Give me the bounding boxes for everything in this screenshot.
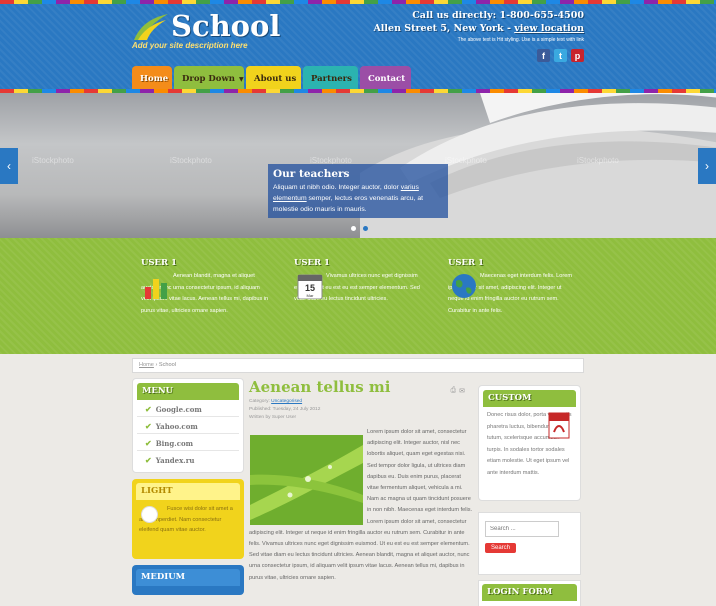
- site-logo[interactable]: School: [171, 9, 280, 43]
- custom-module-text: Donec risus dolor, porta venenatis phare…: [483, 407, 576, 482]
- check-icon: ✔: [145, 404, 152, 414]
- menu-link-label: Yandex.ru: [155, 456, 195, 465]
- search-button[interactable]: Search: [485, 543, 517, 553]
- avatar: [141, 506, 158, 523]
- article-image: [250, 435, 363, 525]
- category-link[interactable]: Uncategorised: [271, 399, 302, 404]
- slider-dot-active[interactable]: [363, 226, 368, 231]
- chevron-right-icon: ›: [705, 159, 709, 173]
- left-sidebar: MENU ✔ Google.com ✔ Yahoo.com ✔ Bing.com ✔ Y…: [132, 378, 244, 595]
- menu-module: MENU ✔ Google.com ✔ Yahoo.com ✔ Bing.com ✔ Y…: [132, 378, 244, 473]
- user-title: USER 1: [448, 258, 484, 268]
- users-band: USER 1 Aenean blandit, magna et aliquet …: [0, 238, 716, 354]
- user-text: Maecenas eget interdum felis. Lorem ipsu…: [448, 271, 578, 317]
- contact-note: The above text is Hit styling. Use is a …: [457, 37, 584, 43]
- watermark-text: iStockphoto: [445, 156, 487, 165]
- light-module-text: Fusce wisi dolor sit amet a amet imperdi…: [136, 500, 240, 540]
- print-icon[interactable]: ⎙: [451, 387, 457, 395]
- user-block: USER 1 15 Mar Vivamus ultrices nunc eget…: [294, 258, 424, 306]
- globe-icon: [452, 274, 476, 298]
- slide-text-start: Aliquam ut nibh odio. Integer auctor, do…: [273, 184, 401, 191]
- user-block: USER 1 Maecenas eget interdum felis. Lor…: [448, 258, 578, 317]
- medium-module: MEDIUM: [132, 565, 244, 595]
- bar-chart-icon: [145, 279, 167, 299]
- view-location-link[interactable]: view location: [514, 23, 584, 34]
- slide-title: Our teachers: [273, 168, 350, 180]
- social-links: f t p: [537, 49, 584, 62]
- menu-link-yandex[interactable]: ✔ Yandex.ru: [137, 451, 239, 468]
- menu-link-bing[interactable]: ✔ Bing.com: [137, 434, 239, 451]
- address-label: Allen Street 5, New York -: [373, 23, 511, 34]
- user-block: USER 1 Aenean blandit, magna et aliquet …: [141, 258, 271, 317]
- chevron-down-icon: ▼: [238, 76, 244, 83]
- pdf-icon: [548, 412, 570, 439]
- user-title: USER 1: [294, 258, 330, 268]
- watermark-text: iStockphoto: [32, 156, 74, 165]
- svg-text:Mar: Mar: [307, 293, 315, 298]
- search-module: Search: [478, 512, 581, 575]
- search-input[interactable]: [485, 521, 559, 537]
- menu-link-label: Google.com: [155, 405, 202, 414]
- slider-dot[interactable]: [351, 226, 356, 231]
- chevron-left-icon: ‹: [7, 159, 11, 173]
- article-tools: ⎙ ✉: [451, 387, 465, 395]
- twitter-icon[interactable]: t: [554, 49, 567, 62]
- article-author: Written by Super User: [249, 415, 297, 420]
- menu-link-google[interactable]: ✔ Google.com: [137, 400, 239, 417]
- light-module-title: LIGHT: [136, 483, 240, 500]
- article-title[interactable]: Aenean tellus mi: [249, 378, 473, 396]
- contact-info: Call us directly: 1-800-655-4500 Allen S…: [373, 10, 584, 43]
- facebook-icon[interactable]: f: [537, 49, 550, 62]
- slider-pagination: [351, 226, 368, 231]
- breadcrumb-home[interactable]: Home: [139, 362, 154, 368]
- logo-swoosh-icon: [134, 14, 168, 40]
- address-text: Allen Street 5, New York - view location: [373, 23, 584, 34]
- nav-drop-down-label: Drop Down: [182, 74, 235, 84]
- menu-link-label: Yahoo.com: [155, 422, 198, 431]
- check-icon: ✔: [145, 438, 152, 448]
- email-icon[interactable]: ✉: [459, 387, 465, 395]
- watermark-text: iStockphoto: [170, 156, 212, 165]
- svg-text:15: 15: [305, 283, 315, 293]
- slide-text: Aliquam ut nibh odio. Integer auctor, do…: [273, 182, 443, 215]
- user-text: Aenean blandit, magna et aliquet auctor,…: [141, 271, 271, 317]
- custom-module-title: CUSTOM: [483, 390, 576, 407]
- right-sidebar: CUSTOM Donec risus dolor, porta venenati…: [478, 385, 581, 606]
- login-module: LOGIN FORM: [478, 580, 581, 606]
- light-module: LIGHT Fusce wisi dolor sit amet a amet i…: [132, 479, 244, 559]
- article-category: Category: Uncategorised: [249, 399, 473, 404]
- menu-link-yahoo[interactable]: ✔ Yahoo.com: [137, 417, 239, 434]
- watermark-text: iStockphoto: [577, 156, 619, 165]
- user-text: 15 Mar Vivamus ultrices nunc eget dignis…: [294, 271, 424, 306]
- calendar-icon: 15 Mar: [297, 274, 323, 299]
- slide-caption: Our teachers Aliquam ut nibh odio. Integ…: [268, 164, 448, 218]
- custom-module: CUSTOM Donec risus dolor, porta venenati…: [478, 385, 581, 501]
- slider-next-button[interactable]: ›: [698, 148, 716, 184]
- slider-prev-button[interactable]: ‹: [0, 148, 18, 184]
- login-module-title: LOGIN FORM: [482, 584, 577, 601]
- check-icon: ✔: [145, 455, 152, 465]
- check-icon: ✔: [145, 421, 152, 431]
- category-label: Category:: [249, 399, 272, 404]
- phone-text: Call us directly: 1-800-655-4500: [412, 10, 584, 21]
- menu-module-title: MENU: [137, 383, 239, 400]
- medium-module-title: MEDIUM: [136, 569, 240, 586]
- pinterest-icon[interactable]: p: [571, 49, 584, 62]
- menu-link-label: Bing.com: [155, 439, 194, 448]
- image-slider: iStockphoto iStockphoto iStockphoto iSto…: [0, 93, 716, 238]
- article: Aenean tellus mi ⎙ ✉ Category: Uncategor…: [249, 378, 473, 584]
- breadcrumb-current: School: [158, 362, 177, 368]
- site-tagline: Add your site description here: [132, 41, 248, 50]
- site-header: School Add your site description here Ca…: [0, 0, 716, 93]
- breadcrumb: Home › School: [132, 358, 584, 373]
- article-published: Published: Tuesday, 24 July 2012: [249, 407, 321, 412]
- user-title: USER 1: [141, 258, 177, 268]
- color-stripe: [0, 0, 716, 4]
